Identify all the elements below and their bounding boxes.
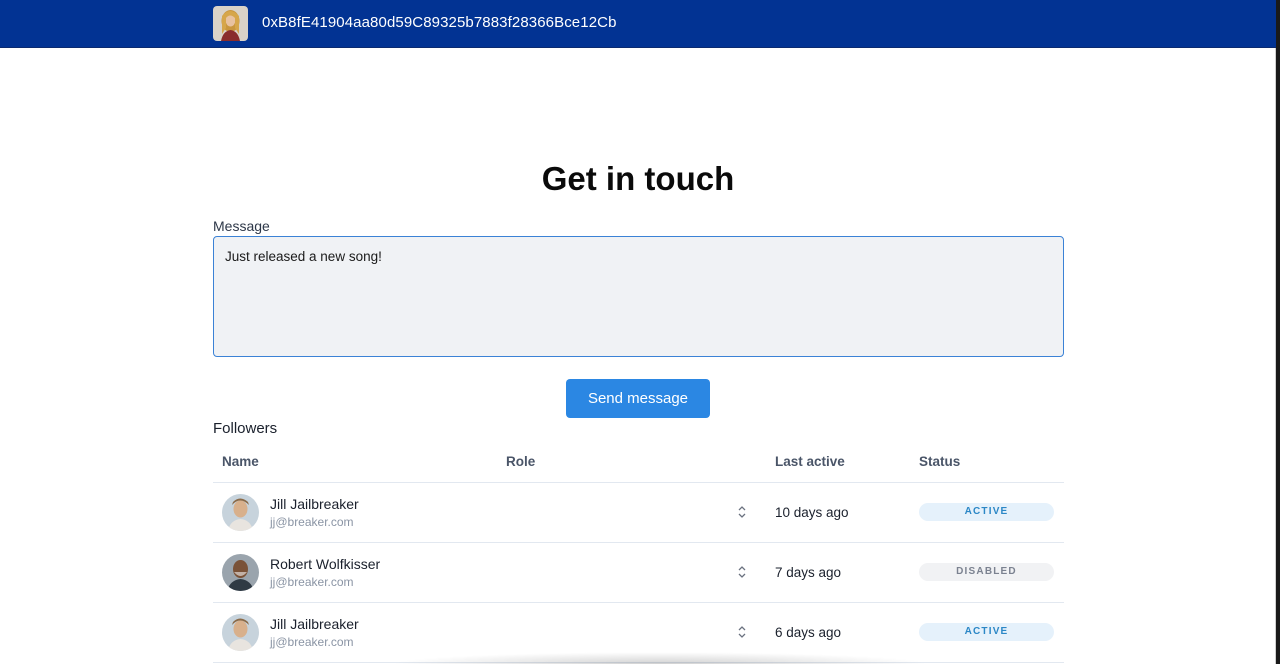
follower-name: Jill Jailbreaker [270, 496, 359, 512]
column-header-status: Status [919, 454, 961, 469]
role-select-chevron-icon[interactable] [737, 624, 747, 640]
window-edge [1276, 0, 1280, 664]
last-active: 10 days ago [775, 505, 849, 520]
message-field[interactable]: Just released a new song! [213, 236, 1064, 357]
follower-avatar [222, 494, 259, 531]
status-badge: DISABLED [919, 563, 1054, 581]
page-title: Get in touch [541, 160, 735, 197]
column-header-last-active: Last active [775, 454, 845, 469]
message-label: Message [213, 218, 270, 234]
column-header-name: Name [222, 454, 259, 469]
status-badge: ACTIVE [919, 623, 1054, 641]
followers-heading: Followers [213, 420, 278, 437]
role-select-chevron-icon[interactable] [737, 564, 747, 580]
follower-email: jj@breaker.com [270, 515, 354, 529]
status-badge: ACTIVE [919, 503, 1054, 521]
last-active: 6 days ago [775, 625, 842, 640]
top-bar: 0xB8fE41904aa80d59C89325b7883f28366Bce12… [0, 0, 1276, 48]
follower-name: Jill Jailbreaker [270, 616, 359, 632]
follower-email: jj@breaker.com [270, 635, 354, 649]
role-select-chevron-icon[interactable] [737, 504, 747, 520]
user-avatar-icon[interactable] [213, 6, 248, 41]
table-row: Robert Wolfkisser jj@breaker.com 7 days … [213, 543, 1064, 603]
follower-avatar [222, 554, 259, 591]
table-row: Jill Jailbreaker jj@breaker.com 10 days … [213, 483, 1064, 543]
column-header-role: Role [506, 454, 536, 469]
follower-avatar [222, 614, 259, 651]
follower-name: Robert Wolfkisser [270, 556, 381, 572]
wallet-address: 0xB8fE41904aa80d59C89325b7883f28366Bce12… [262, 14, 617, 31]
follower-email: jj@breaker.com [270, 575, 354, 589]
app-window: 0xB8fE41904aa80d59C89325b7883f28366Bce12… [0, 0, 1276, 664]
bottom-shadow [390, 652, 930, 664]
last-active: 7 days ago [775, 565, 842, 580]
send-message-button[interactable]: Send message [566, 379, 710, 418]
